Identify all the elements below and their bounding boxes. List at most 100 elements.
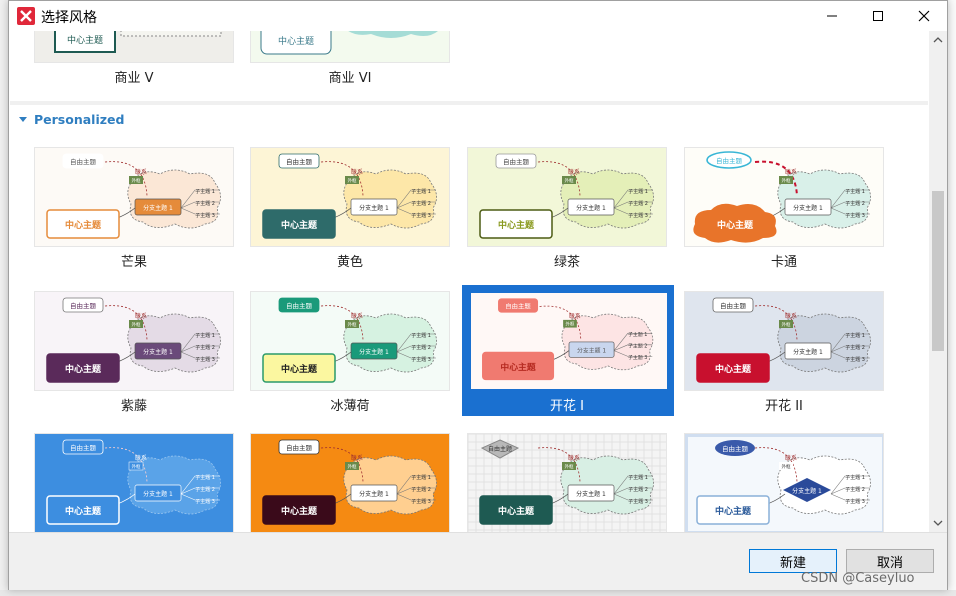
free-topic-text: 自由主题 <box>70 157 97 166</box>
subtopic-text: 子主题 3 <box>845 356 865 363</box>
theme-thumb-business-vi[interactable]: 中心主题 <box>250 31 450 63</box>
theme-thumb[interactable]: 联系 自由主题 外框 分支主题 1 子主题 1 子主题 2 子主题 3 中心主题 <box>684 291 884 391</box>
subtopic-text: 子主题 3 <box>845 212 865 219</box>
free-topic-text: 自由主题 <box>488 445 512 453</box>
subtopic-text: 子主题 3 <box>845 498 865 505</box>
theme-label: 冰薄荷 <box>330 399 370 414</box>
maximize-icon <box>873 11 883 21</box>
theme-label: 绿茶 <box>553 255 580 270</box>
center-topic-text: 中心主题 <box>717 219 754 231</box>
note-label: 外框 <box>782 177 791 184</box>
subtopic-text: 子主题 1 <box>411 332 431 339</box>
chevron-down-icon <box>933 520 943 526</box>
theme-thumb[interactable]: 联系 自由主题 外框 分支主题 1 子主题 1 子主题 2 子主题 3 中心主题 <box>250 291 450 391</box>
theme-thumb[interactable]: 联系 自由主题 外框 分支主题 1 子主题 1 子主题 2 子主题 3 中心主题 <box>467 433 667 532</box>
subtopic-text: 子主题 3 <box>411 212 431 219</box>
theme-thumb[interactable]: 联系 自由主题 外框 分支主题 1 子主题 1 子主题 2 子主题 3 中心主题 <box>250 147 450 247</box>
theme-thumb[interactable]: 联系 自由主题 外框 分支主题 1 子主题 1 子主题 2 子主题 3 中心主题 <box>684 433 884 532</box>
scroll-up-button[interactable] <box>929 31 947 49</box>
center-topic-text: 中心主题 <box>498 219 535 231</box>
relationship-label: 联系 <box>135 312 147 320</box>
center-topic-text: 中心主题 <box>281 363 318 375</box>
free-topic-text: 自由主题 <box>286 157 313 166</box>
theme-label: 黄色 <box>336 255 363 270</box>
relationship-label: 联系 <box>135 454 147 462</box>
center-topic-text: 中心主题 <box>715 363 752 375</box>
theme-thumb-business-v[interactable]: 中心主题 <box>34 31 234 63</box>
note-label: 外框 <box>782 463 791 470</box>
note-label: 外框 <box>566 321 575 328</box>
theme-thumb[interactable]: 联系 自由主题 外框 分支主题 1 子主题 1 子主题 2 子主题 3 中心主题 <box>34 433 234 532</box>
subtopic-text: 子主题 3 <box>628 354 647 361</box>
note-label: 外框 <box>565 177 574 184</box>
subtopic-text: 子主题 3 <box>411 498 431 505</box>
subtopic-text: 子主题 2 <box>845 200 865 207</box>
theme-list: 中心主题 商业 V 中心主题 商业 VI Personalized 联系 自由主题… <box>10 31 928 532</box>
branch-topic-text: 分支主题 1 <box>359 204 389 212</box>
minimize-button[interactable] <box>809 1 855 31</box>
note-label: 外框 <box>132 463 141 470</box>
section-divider <box>10 101 928 105</box>
relationship-label: 联系 <box>135 168 147 176</box>
title-bar: 选择风格 <box>9 1 947 31</box>
create-button[interactable]: 新建 <box>749 549 837 573</box>
subtopic-text: 子主题 2 <box>195 344 215 351</box>
subtopic-text: 子主题 3 <box>411 356 431 363</box>
subtopic-text: 子主题 2 <box>845 486 865 493</box>
subtopic-text: 子主题 2 <box>845 344 865 351</box>
subtopic-text: 子主题 3 <box>628 212 648 219</box>
free-topic-text: 自由主题 <box>722 444 749 453</box>
vertical-scrollbar[interactable] <box>929 31 947 532</box>
app-logo-icon <box>17 7 35 25</box>
subtopic-text: 子主题 1 <box>411 474 431 481</box>
scroll-down-button[interactable] <box>929 514 947 532</box>
subtopic-text: 子主题 3 <box>195 356 215 363</box>
free-topic-text: 自由主题 <box>286 443 313 452</box>
theme-thumb-center-text: 中心主题 <box>67 34 103 46</box>
note-label: 外框 <box>132 321 141 328</box>
scroll-thumb[interactable] <box>932 191 944 351</box>
branch-topic-text: 分支主题 1 <box>359 348 389 356</box>
theme-thumb[interactable]: 联系 自由主题 外框 分支主题 1 子主题 1 子主题 2 子主题 3 中心主题 <box>34 291 234 391</box>
relationship-label: 联系 <box>785 168 797 176</box>
free-topic-text: 自由主题 <box>286 301 313 310</box>
subtopic-text: 子主题 2 <box>628 200 648 207</box>
theme-label: 商业 V <box>114 71 154 86</box>
branch-topic-text: 分支主题 1 <box>143 204 173 212</box>
center-topic-text: 中心主题 <box>498 505 535 517</box>
center-topic-text: 中心主题 <box>65 219 102 231</box>
theme-label: 开花 I <box>550 399 584 414</box>
theme-thumb[interactable]: 联系 自由主题 外框 分支主题 1 子主题 1 子主题 2 子主题 3 中心主题 <box>34 147 234 247</box>
relationship-label: 联系 <box>351 312 363 320</box>
theme-thumb[interactable]: 联系 自由主题 外框 分支主题 1 子主题 1 子主题 2 子主题 3 中心主题 <box>471 293 667 389</box>
theme-thumb[interactable]: 联系 自由主题 外框 分支主题 1 子主题 1 子主题 2 子主题 3 中心主题 <box>684 147 884 247</box>
close-button[interactable] <box>901 1 947 31</box>
cancel-button[interactable]: 取消 <box>846 549 934 573</box>
subtopic-text: 子主题 2 <box>628 343 647 350</box>
relationship-label: 联系 <box>785 312 797 320</box>
relationship-label: 联系 <box>785 454 797 462</box>
note-label: 外框 <box>348 463 357 470</box>
theme-label: 卡通 <box>770 255 797 270</box>
center-topic-text: 中心主题 <box>65 363 102 375</box>
subtopic-text: 子主题 1 <box>628 188 648 195</box>
note-label: 外框 <box>132 177 141 184</box>
branch-topic-text: 分支主题 1 <box>793 348 823 356</box>
subtopic-text: 子主题 2 <box>195 200 215 207</box>
subtopic-text: 子主题 1 <box>195 474 215 481</box>
subtopic-text: 子主题 1 <box>411 188 431 195</box>
subtopic-text: 子主题 3 <box>195 212 215 219</box>
section-header-personalized[interactable]: Personalized <box>18 109 124 129</box>
branch-topic-text: 分支主题 1 <box>576 204 606 212</box>
maximize-button[interactable] <box>855 1 901 31</box>
minimize-icon <box>827 15 837 17</box>
branch-topic-text: 分支主题 1 <box>143 348 173 356</box>
branch-topic-text: 分支主题 1 <box>792 487 822 495</box>
free-topic-text: 自由主题 <box>70 301 97 310</box>
theme-label: 商业 VI <box>328 71 372 86</box>
watermark: CSDN @Caseyluo <box>801 571 915 586</box>
theme-thumb[interactable]: 联系 自由主题 外框 分支主题 1 子主题 1 子主题 2 子主题 3 中心主题 <box>250 433 450 532</box>
theme-thumb[interactable]: 联系 自由主题 外框 分支主题 1 子主题 1 子主题 2 子主题 3 中心主题 <box>467 147 667 247</box>
subtopic-text: 子主题 2 <box>628 486 648 493</box>
free-topic-text: 自由主题 <box>503 157 530 166</box>
